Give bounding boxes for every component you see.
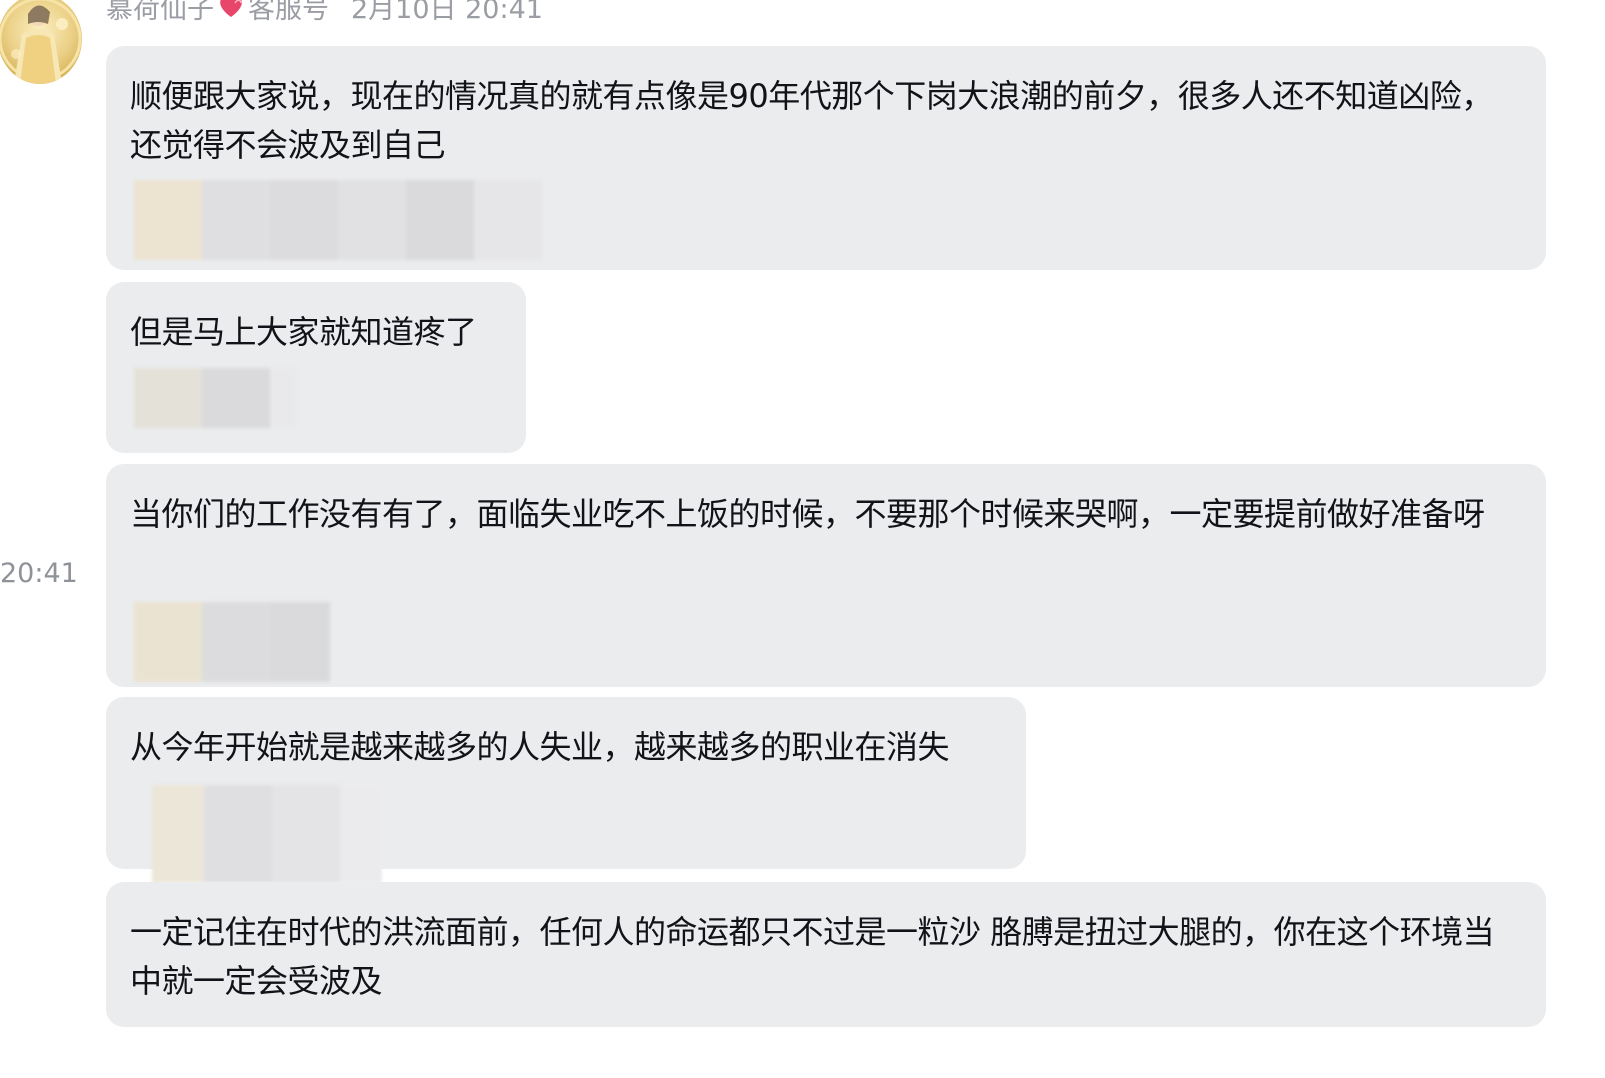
message-text: 从今年开始就是越来越多的人失业，越来越多的职业在消失	[130, 728, 950, 766]
side-timestamp: 20:41	[0, 558, 78, 589]
message-bubble[interactable]: 顺便跟大家说，现在的情况真的就有点像是90年代那个下岗大浪潮的前夕，很多人还不知…	[106, 46, 1546, 270]
message-timestamp: 2月10日 20:41	[351, 0, 543, 25]
message-header: 慕荷仙子 客服号 2月10日 20:41	[106, 0, 543, 26]
message-bubble[interactable]: 从今年开始就是越来越多的人失业，越来越多的职业在消失	[106, 697, 1026, 883]
sender-name[interactable]: 慕荷仙子	[106, 0, 214, 26]
sender-role: 客服号	[248, 0, 329, 25]
message-bubble[interactable]: 当你们的工作没有有了，面临失业吃不上饭的时候，不要那个时候来哭啊，一定要提前做好…	[106, 464, 1546, 687]
reaction-bar-blurred	[134, 602, 330, 682]
heart-icon	[220, 0, 242, 17]
message-bubble[interactable]: 一定记住在时代的洪流面前，任何人的命运都只不过是一粒沙 胳膊是扭过大腿的，你在这…	[106, 882, 1546, 1027]
reaction-bar-blurred	[152, 785, 382, 883]
message-text: 但是马上大家就知道疼了	[130, 313, 477, 351]
message-bubble[interactable]: 但是马上大家就知道疼了	[106, 282, 526, 453]
message-text: 顺便跟大家说，现在的情况真的就有点像是90年代那个下岗大浪潮的前夕，很多人还不知…	[130, 77, 1493, 164]
reaction-bar-blurred	[134, 180, 542, 260]
avatar[interactable]	[0, 0, 82, 84]
message-text: 一定记住在时代的洪流面前，任何人的命运都只不过是一粒沙 胳膊是扭过大腿的，你在这…	[130, 913, 1495, 1000]
message-text: 当你们的工作没有有了，面临失业吃不上饭的时候，不要那个时候来哭啊，一定要提前做好…	[130, 495, 1485, 533]
reaction-bar-blurred	[134, 368, 296, 428]
avatar-image	[0, 0, 82, 84]
